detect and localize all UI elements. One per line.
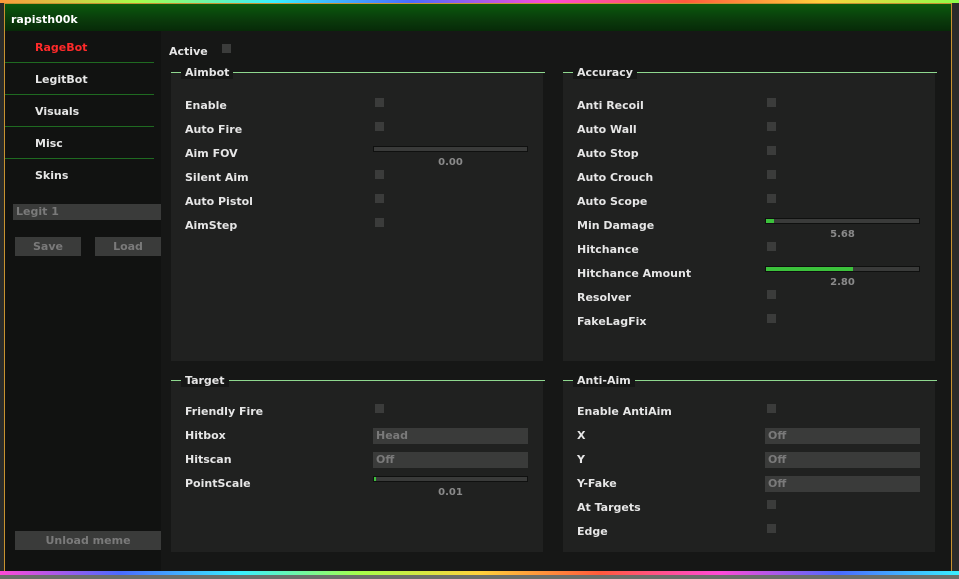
at-targets-label: At Targets [577,501,641,514]
friendly-fire-label: Friendly Fire [185,405,264,418]
auto-pistol-label: Auto Pistol [185,195,253,208]
hitchance-amount-label: Hitchance Amount [577,267,692,280]
enable-checkbox[interactable] [375,98,384,107]
min-damage-value: 5.68 [830,229,855,240]
pointscale-slider-fill [374,477,376,481]
hitchance-checkbox[interactable] [767,242,776,251]
active-checkbox[interactable] [222,44,231,53]
title-bar[interactable]: rapisth00k [5,4,951,31]
aim-fov-slider[interactable] [373,146,528,152]
tab-label: Visuals [35,105,80,118]
hitscan-label: Hitscan [185,453,232,466]
min-damage-slider[interactable] [765,218,920,224]
aimbot-title: Aimbot [181,66,234,79]
y-combo[interactable]: Off [765,452,920,468]
tab-ragebot[interactable]: RageBot [5,31,154,63]
load-button[interactable]: Load [95,237,161,256]
tab-label: Skins [35,169,69,182]
config-name-input[interactable]: Legit 1 [13,204,163,220]
target-title: Target [181,374,229,387]
friendly-fire-checkbox[interactable] [375,404,384,413]
resolver-label: Resolver [577,291,631,304]
fakelagfix-checkbox[interactable] [767,314,776,323]
auto-wall-label: Auto Wall [577,123,637,136]
edge-checkbox[interactable] [767,524,776,533]
silent-aim-label: Silent Aim [185,171,249,184]
cheat-menu-window: rapisth00k RageBot LegitBot Visuals Misc… [4,3,952,571]
hitscan-combo[interactable]: Off [373,452,528,468]
ragebot-content: Active Aimbot Enable Auto Fire Aim FOV 0… [161,31,951,571]
min-damage-label: Min Damage [577,219,655,232]
tab-legitbot[interactable]: LegitBot [5,63,154,95]
antiaim-title: Anti-Aim [573,374,635,387]
resolver-checkbox[interactable] [767,290,776,299]
hitchance-amount-slider-fill [766,267,854,271]
fakelagfix-label: FakeLagFix [577,315,647,328]
aimbot-panel [171,72,543,361]
aim-fov-value: 0.00 [438,157,463,168]
enable-antiaim-label: Enable AntiAim [577,405,672,418]
pointscale-label: PointScale [185,477,251,490]
tab-label: Misc [35,137,63,150]
pointscale-value: 0.01 [438,487,463,498]
hitchance-label: Hitchance [577,243,639,256]
unload-button[interactable]: Unload meme [15,531,161,550]
tab-misc[interactable]: Misc [5,127,154,159]
yfake-combo[interactable]: Off [765,476,920,492]
at-targets-checkbox[interactable] [767,500,776,509]
enable-antiaim-checkbox[interactable] [767,404,776,413]
sidebar: RageBot LegitBot Visuals Misc Skins Legi… [5,31,163,571]
pointscale-slider[interactable] [373,476,528,482]
silent-aim-checkbox[interactable] [375,170,384,179]
auto-wall-checkbox[interactable] [767,122,776,131]
x-combo[interactable]: Off [765,428,920,444]
auto-pistol-checkbox[interactable] [375,194,384,203]
aimstep-label: AimStep [185,219,238,232]
auto-scope-label: Auto Scope [577,195,648,208]
tab-label: RageBot [35,41,88,54]
accuracy-title: Accuracy [573,66,637,79]
x-label: X [577,429,586,442]
min-damage-slider-fill [766,219,774,223]
tab-skins[interactable]: Skins [5,159,154,190]
tab-visuals[interactable]: Visuals [5,95,154,127]
auto-stop-checkbox[interactable] [767,146,776,155]
window-title: rapisth00k [11,13,78,26]
y-label: Y [577,453,585,466]
auto-fire-checkbox[interactable] [375,122,384,131]
tab-label: LegitBot [35,73,88,86]
edge-label: Edge [577,525,608,538]
hitbox-label: Hitbox [185,429,226,442]
auto-stop-label: Auto Stop [577,147,639,160]
anti-recoil-checkbox[interactable] [767,98,776,107]
aimstep-checkbox[interactable] [375,218,384,227]
active-label: Active [169,45,208,58]
auto-crouch-label: Auto Crouch [577,171,654,184]
enable-label: Enable [185,99,227,112]
hitbox-combo[interactable]: Head [373,428,528,444]
background-strip [0,575,959,579]
aim-fov-label: Aim FOV [185,147,238,160]
auto-scope-checkbox[interactable] [767,194,776,203]
hitchance-amount-value: 2.80 [830,277,855,288]
hitchance-amount-slider[interactable] [765,266,920,272]
yfake-label: Y-Fake [577,477,617,490]
save-button[interactable]: Save [15,237,81,256]
auto-crouch-checkbox[interactable] [767,170,776,179]
auto-fire-label: Auto Fire [185,123,243,136]
anti-recoil-label: Anti Recoil [577,99,644,112]
